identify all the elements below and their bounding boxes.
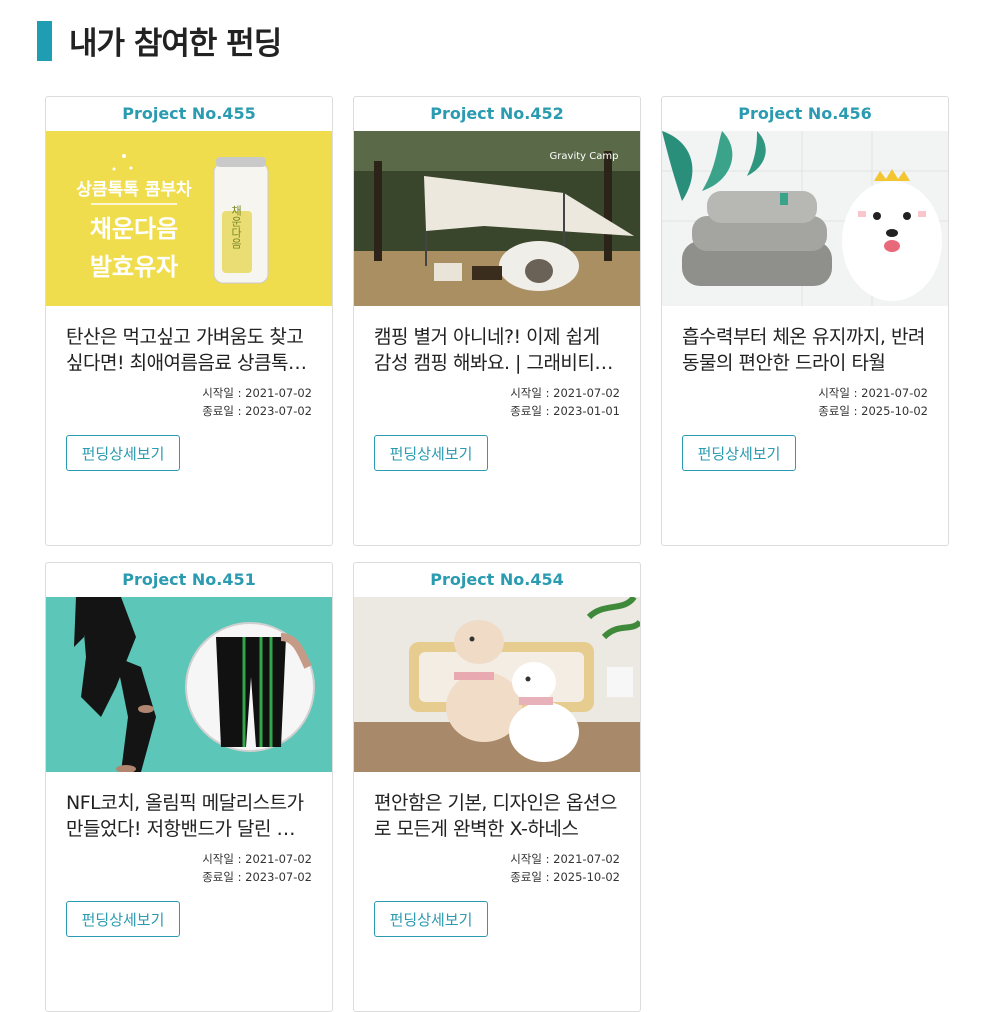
funding-card: Project No.451 NFL코치, 올림픽 메달리스트가 만들었다! 저… bbox=[45, 562, 333, 1012]
page-header: 내가 참여한 펀딩 bbox=[37, 18, 282, 63]
project-thumbnail[interactable] bbox=[354, 597, 640, 772]
project-title: 캠핑 별거 아니네?! 이제 쉽게 감성 캠핑 해봐요. | 그래비티캠프 bbox=[374, 326, 612, 374]
end-date: 종료일 : 2023-01-01 bbox=[510, 404, 620, 418]
project-dates: 시작일 : 2021-07-02 종료일 : 2023-07-02 bbox=[66, 850, 312, 886]
funding-detail-button[interactable]: 펀딩상세보기 bbox=[374, 435, 488, 471]
svg-text:Gravity Camp: Gravity Camp bbox=[550, 151, 619, 162]
funding-detail-button[interactable]: 펀딩상세보기 bbox=[374, 901, 488, 937]
project-title: 탄산은 먹고싶고 가벼움도 찾고싶다면! 최애여름음료 상큼톡톡 콤부차 bbox=[66, 326, 305, 374]
funding-detail-button[interactable]: 펀딩상세보기 bbox=[66, 435, 180, 471]
start-date: 시작일 : 2021-07-02 bbox=[818, 386, 928, 400]
funding-detail-button[interactable]: 펀딩상세보기 bbox=[66, 901, 180, 937]
end-date: 종료일 : 2025-10-02 bbox=[510, 870, 620, 884]
svg-text:채운다음: 채운다음 bbox=[230, 205, 243, 249]
project-dates: 시작일 : 2021-07-02 종료일 : 2025-10-02 bbox=[374, 850, 620, 886]
project-number: Project No.455 bbox=[122, 104, 256, 123]
end-date: 종료일 : 2025-10-02 bbox=[818, 404, 928, 418]
end-date: 종료일 : 2023-07-02 bbox=[202, 870, 312, 884]
project-title: 흡수력부터 체온 유지까지, 반려동물의 편안한 드라이 타월 bbox=[682, 326, 925, 374]
funding-detail-button[interactable]: 펀딩상세보기 bbox=[682, 435, 796, 471]
project-title: NFL코치, 올림픽 메달리스트가 만들었다! 저항밴드가 달린 트레이닝 팬츠 bbox=[66, 792, 311, 840]
dog-harness-image bbox=[354, 597, 640, 772]
page-title: 내가 참여한 펀딩 bbox=[69, 26, 282, 62]
project-number: Project No.456 bbox=[738, 104, 872, 123]
start-date: 시작일 : 2021-07-02 bbox=[510, 386, 620, 400]
funding-card: Project No.456 흡수력부터 체온 유지까지, 반려동물의 편안한 … bbox=[661, 96, 949, 546]
svg-text:상큼톡톡 콤부차: 상큼톡톡 콤부차 bbox=[76, 180, 192, 200]
start-date: 시작일 : 2021-07-02 bbox=[510, 852, 620, 866]
title-accent-bar bbox=[37, 20, 52, 61]
kombucha-product-image: 상큼톡톡 콤부차 채운다음 발효유자 채운다음 bbox=[46, 131, 332, 306]
funding-card: Project No.452 Gravity Camp 캠핑 별거 아니네?! … bbox=[353, 96, 641, 546]
funding-card: Project No.455 상큼톡톡 콤부차 채운다음 발효유자 채운다음 탄… bbox=[45, 96, 333, 546]
project-dates: 시작일 : 2021-07-02 종료일 : 2023-01-01 bbox=[374, 384, 620, 420]
project-dates: 시작일 : 2021-07-02 종료일 : 2025-10-02 bbox=[682, 384, 928, 420]
training-pants-image bbox=[46, 597, 332, 772]
camping-tent-image: Gravity Camp bbox=[354, 131, 640, 306]
start-date: 시작일 : 2021-07-02 bbox=[202, 852, 312, 866]
svg-text:채운다음: 채운다음 bbox=[90, 215, 178, 243]
project-number: Project No.454 bbox=[430, 570, 564, 589]
start-date: 시작일 : 2021-07-02 bbox=[202, 386, 312, 400]
project-title: 편안함은 기본, 디자인은 옵션으로 모든게 완벽한 X-하네스 bbox=[374, 792, 617, 840]
project-number: Project No.452 bbox=[430, 104, 564, 123]
project-dates: 시작일 : 2021-07-02 종료일 : 2023-07-02 bbox=[66, 384, 312, 420]
end-date: 종료일 : 2023-07-02 bbox=[202, 404, 312, 418]
project-thumbnail[interactable] bbox=[662, 131, 948, 306]
project-thumbnail[interactable]: 상큼톡톡 콤부차 채운다음 발효유자 채운다음 bbox=[46, 131, 332, 306]
project-thumbnail[interactable]: Gravity Camp bbox=[354, 131, 640, 306]
svg-text:발효유자: 발효유자 bbox=[90, 253, 178, 281]
project-number: Project No.451 bbox=[122, 570, 256, 589]
funding-card: Project No.454 편안함은 기본, 디자인은 옵션으로 모든게 완벽… bbox=[353, 562, 641, 1012]
project-thumbnail[interactable] bbox=[46, 597, 332, 772]
dog-towel-image bbox=[662, 131, 948, 306]
